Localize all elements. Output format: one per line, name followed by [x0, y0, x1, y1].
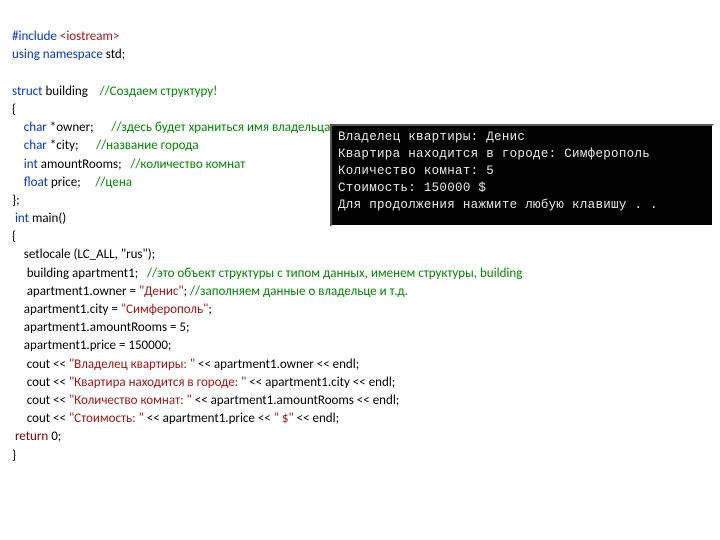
string-literal: "Стоимость: ": [69, 411, 147, 426]
comment: //название города: [96, 138, 199, 153]
include-directive: #include: [12, 29, 60, 44]
comment: //количество комнат: [130, 157, 245, 172]
console-line: Владелец квартиры: Денис: [338, 129, 706, 146]
return-keyword: return: [12, 429, 51, 444]
struct-keyword: struct: [12, 84, 43, 99]
string-literal: "Симферополь": [121, 302, 209, 317]
comment: //заполняем данные о владельце и т.д.: [190, 284, 408, 299]
string-literal: "Количество комнат: ": [69, 393, 195, 408]
comment: //это объект структуры с типом данных, и…: [147, 266, 480, 281]
comment: //здесь будет храниться имя владельца: [111, 120, 330, 135]
console-line: Количество комнат: 5: [338, 163, 706, 180]
include-header: <iostream>: [60, 29, 120, 44]
source-code: #include <iostream> using namespace std;…: [12, 10, 708, 465]
console-output: Владелец квартиры: Денис Квартира находи…: [330, 124, 714, 227]
console-line: Для продолжения нажмите любую клавишу . …: [338, 197, 706, 214]
string-literal: "Денис": [139, 284, 184, 299]
console-line: Стоимость: 150000 $: [338, 180, 706, 197]
comment: //Создаем структуру!: [100, 84, 218, 99]
string-literal: "Владелец квартиры: ": [69, 357, 198, 372]
using-namespace: using namespace: [12, 47, 103, 62]
console-line: Квартира находится в городе: Симферополь: [338, 146, 706, 163]
comment: //цена: [95, 175, 132, 190]
string-literal: "Квартира находится в городе: ": [69, 375, 249, 390]
